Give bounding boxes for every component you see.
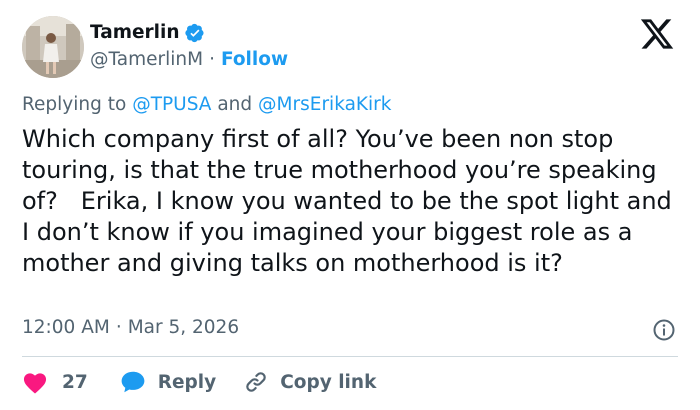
heart-icon — [23, 373, 47, 394]
post-date[interactable]: Mar 5, 2026 — [128, 317, 239, 338]
name-row: Tamerlin — [90, 22, 205, 43]
follow-button[interactable]: Follow — [221, 49, 288, 70]
replying-conjunction: and — [217, 94, 253, 115]
reply-button[interactable]: Reply — [120, 370, 216, 394]
mention-tpusa[interactable]: @TPUSA — [132, 94, 211, 115]
action-bar: 27 Reply Copy link — [22, 368, 376, 396]
reply-bubble-icon — [121, 371, 145, 393]
copy-link-button[interactable]: Copy link — [244, 370, 376, 394]
verified-badge-icon — [184, 23, 205, 43]
link-icon — [246, 372, 266, 392]
reply-label: Reply — [157, 371, 217, 393]
replying-prefix: Replying to — [22, 94, 127, 115]
x-logo-icon[interactable] — [638, 16, 676, 52]
divider — [22, 356, 678, 357]
info-icon[interactable] — [652, 318, 676, 342]
replying-to-line: Replying to @TPUSA and @MrsErikaKirk — [22, 94, 392, 115]
post-text: Which company first of all? You’ve been … — [22, 125, 680, 277]
post-time[interactable]: 12:00 AM — [22, 317, 110, 338]
separator-dot: · — [209, 49, 215, 70]
copy-link-label: Copy link — [280, 371, 377, 393]
like-button[interactable]: 27 — [22, 370, 88, 394]
post-card: Tamerlin @TamerlinM · Follow Replying to… — [0, 0, 700, 410]
timestamp-row: 12:00 AM · Mar 5, 2026 — [22, 317, 239, 338]
handle-row: @TamerlinM · Follow — [90, 49, 288, 70]
display-name[interactable]: Tamerlin — [90, 22, 180, 43]
like-count: 27 — [62, 371, 88, 393]
handle[interactable]: @TamerlinM — [90, 49, 203, 70]
timestamp-separator: · — [115, 317, 122, 338]
avatar[interactable] — [22, 16, 84, 78]
mention-mrserikakirk[interactable]: @MrsErikaKirk — [258, 94, 391, 115]
